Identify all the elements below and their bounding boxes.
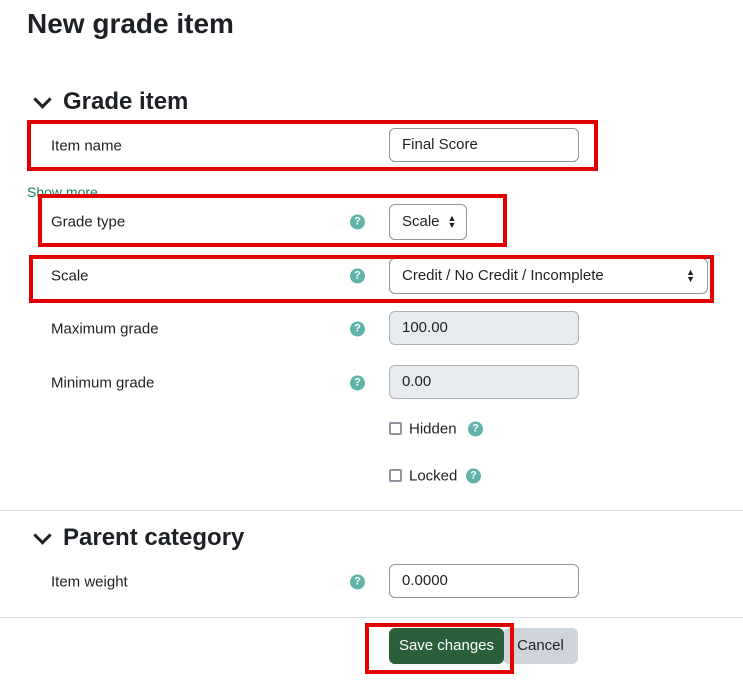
page-title: New grade item bbox=[27, 8, 234, 39]
help-icon[interactable]: ? bbox=[350, 375, 365, 391]
help-icon[interactable]: ? bbox=[350, 321, 365, 337]
highlight-box-save bbox=[365, 623, 514, 674]
item-weight-input[interactable]: 0.0000 bbox=[389, 564, 579, 598]
locked-checkbox[interactable] bbox=[389, 469, 402, 482]
divider bbox=[0, 510, 743, 511]
help-icon[interactable]: ? bbox=[468, 421, 483, 437]
help-icon[interactable]: ? bbox=[350, 574, 365, 590]
section-title: Parent category bbox=[63, 524, 245, 551]
item-weight-label: Item weight bbox=[51, 573, 128, 591]
help-icon[interactable]: ? bbox=[466, 468, 481, 484]
hidden-label: Hidden bbox=[409, 420, 457, 438]
highlight-box-scale bbox=[29, 255, 714, 303]
maximum-grade-label: Maximum grade bbox=[51, 320, 159, 338]
locked-label: Locked bbox=[409, 467, 458, 485]
chevron-down-icon bbox=[33, 525, 52, 545]
hidden-checkbox[interactable] bbox=[389, 422, 402, 435]
section-grade-item-toggle[interactable]: Grade item bbox=[33, 88, 189, 116]
divider bbox=[0, 617, 743, 618]
section-parent-category-toggle[interactable]: Parent category bbox=[33, 524, 245, 552]
section-title: Grade item bbox=[63, 88, 189, 115]
highlight-box-grade-type bbox=[38, 194, 507, 247]
chevron-down-icon bbox=[33, 89, 52, 109]
minimum-grade-input: 0.00 bbox=[389, 365, 579, 399]
minimum-grade-label: Minimum grade bbox=[51, 374, 155, 392]
cancel-button[interactable]: Cancel bbox=[503, 628, 578, 664]
highlight-box-item-name bbox=[27, 120, 598, 171]
maximum-grade-input: 100.00 bbox=[389, 311, 579, 345]
